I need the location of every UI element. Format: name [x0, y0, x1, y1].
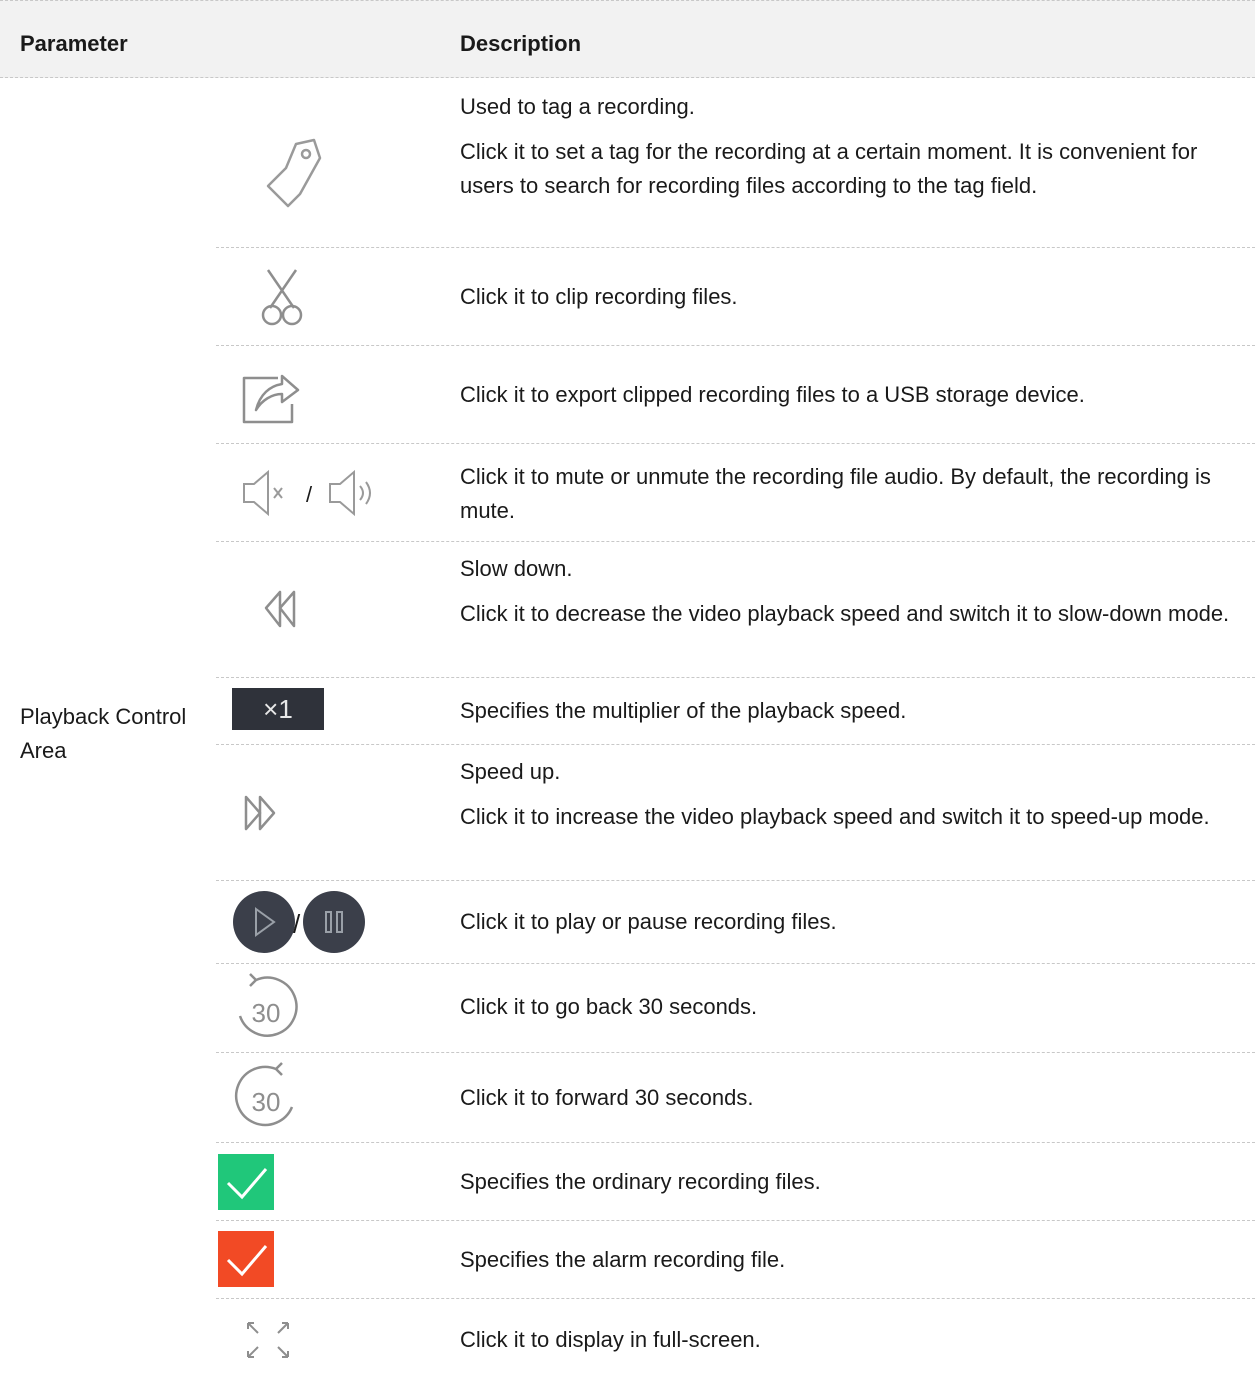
- mute-unmute-icon: /: [216, 444, 371, 541]
- table-row: Specifies the ordinary recording files.: [216, 1143, 1255, 1221]
- desc-line: Specifies the alarm recording file.: [460, 1247, 786, 1272]
- desc-line: Click it to go back 30 seconds.: [460, 994, 758, 1019]
- rewind-icon: [216, 542, 356, 677]
- header-parameter: Parameter: [20, 31, 128, 56]
- back-30-icon: 30: [216, 964, 356, 1052]
- desc-line: Specifies the multiplier of the playback…: [460, 698, 907, 723]
- table-row: Speed up. Click it to increase the video…: [216, 745, 1255, 881]
- desc-line: Click it to forward 30 seconds.: [460, 1085, 754, 1110]
- green-check-icon: [216, 1143, 356, 1220]
- desc-line: Click it to mute or unmute the recording…: [460, 464, 1211, 523]
- desc-line: Click it to display in full-screen.: [460, 1327, 761, 1352]
- icon-number: 30: [252, 1087, 281, 1117]
- export-icon: [216, 346, 356, 443]
- tag-icon: [216, 78, 356, 247]
- play-pause-icon: /: [216, 881, 365, 963]
- header-description: Description: [460, 31, 582, 56]
- table-row: Click it to clip recording files.: [216, 248, 1255, 346]
- table-row: Specifies the alarm recording file.: [216, 1221, 1255, 1299]
- table-row: Used to tag a recording. Click it to set…: [216, 78, 1255, 248]
- table-row: 30 Click it to forward 30 seconds.: [216, 1053, 1255, 1143]
- desc-line: Slow down.: [460, 556, 573, 581]
- red-check-icon: [216, 1221, 356, 1298]
- table-row: ×1 Specifies the multiplier of the playb…: [216, 678, 1255, 745]
- icon-number: 30: [252, 998, 281, 1028]
- fast-forward-icon: [216, 745, 356, 880]
- desc-line: Click it to decrease the video playback …: [460, 601, 1230, 626]
- table-row: 30 Click it to go back 30 seconds.: [216, 964, 1255, 1053]
- forward-30-icon: 30: [216, 1053, 356, 1142]
- table-header: Parameter Description: [0, 0, 1255, 78]
- table-row: Click it to export clipped recording fil…: [216, 346, 1255, 444]
- desc-line: Click it to clip recording files.: [460, 284, 738, 309]
- desc-line: Click it to set a tag for the recording …: [460, 139, 1198, 198]
- table-row: / Click it to mute or unmute the recordi…: [216, 444, 1255, 542]
- icon-separator: /: [293, 909, 301, 939]
- desc-line: Click it to export clipped recording fil…: [460, 382, 1085, 407]
- table-row: Click it to display in full-screen.: [216, 1299, 1255, 1380]
- desc-line: Speed up.: [460, 759, 561, 784]
- speed-multiplier-icon: ×1: [216, 678, 356, 744]
- table-row: / Click it to play or pause recording fi…: [216, 881, 1255, 964]
- desc-line: Specifies the ordinary recording files.: [460, 1169, 821, 1194]
- scissors-icon: [216, 248, 356, 345]
- desc-line: Click it to increase the video playback …: [460, 804, 1210, 829]
- icon-separator: /: [306, 482, 313, 507]
- desc-line: Click it to play or pause recording file…: [460, 909, 837, 934]
- speed-badge: ×1: [232, 688, 324, 730]
- table-row: Slow down. Click it to decrease the vide…: [216, 542, 1255, 678]
- fullscreen-icon: [216, 1299, 356, 1380]
- parameter-name: Playback Control Area: [20, 704, 187, 763]
- desc-line: Used to tag a recording.: [460, 94, 695, 119]
